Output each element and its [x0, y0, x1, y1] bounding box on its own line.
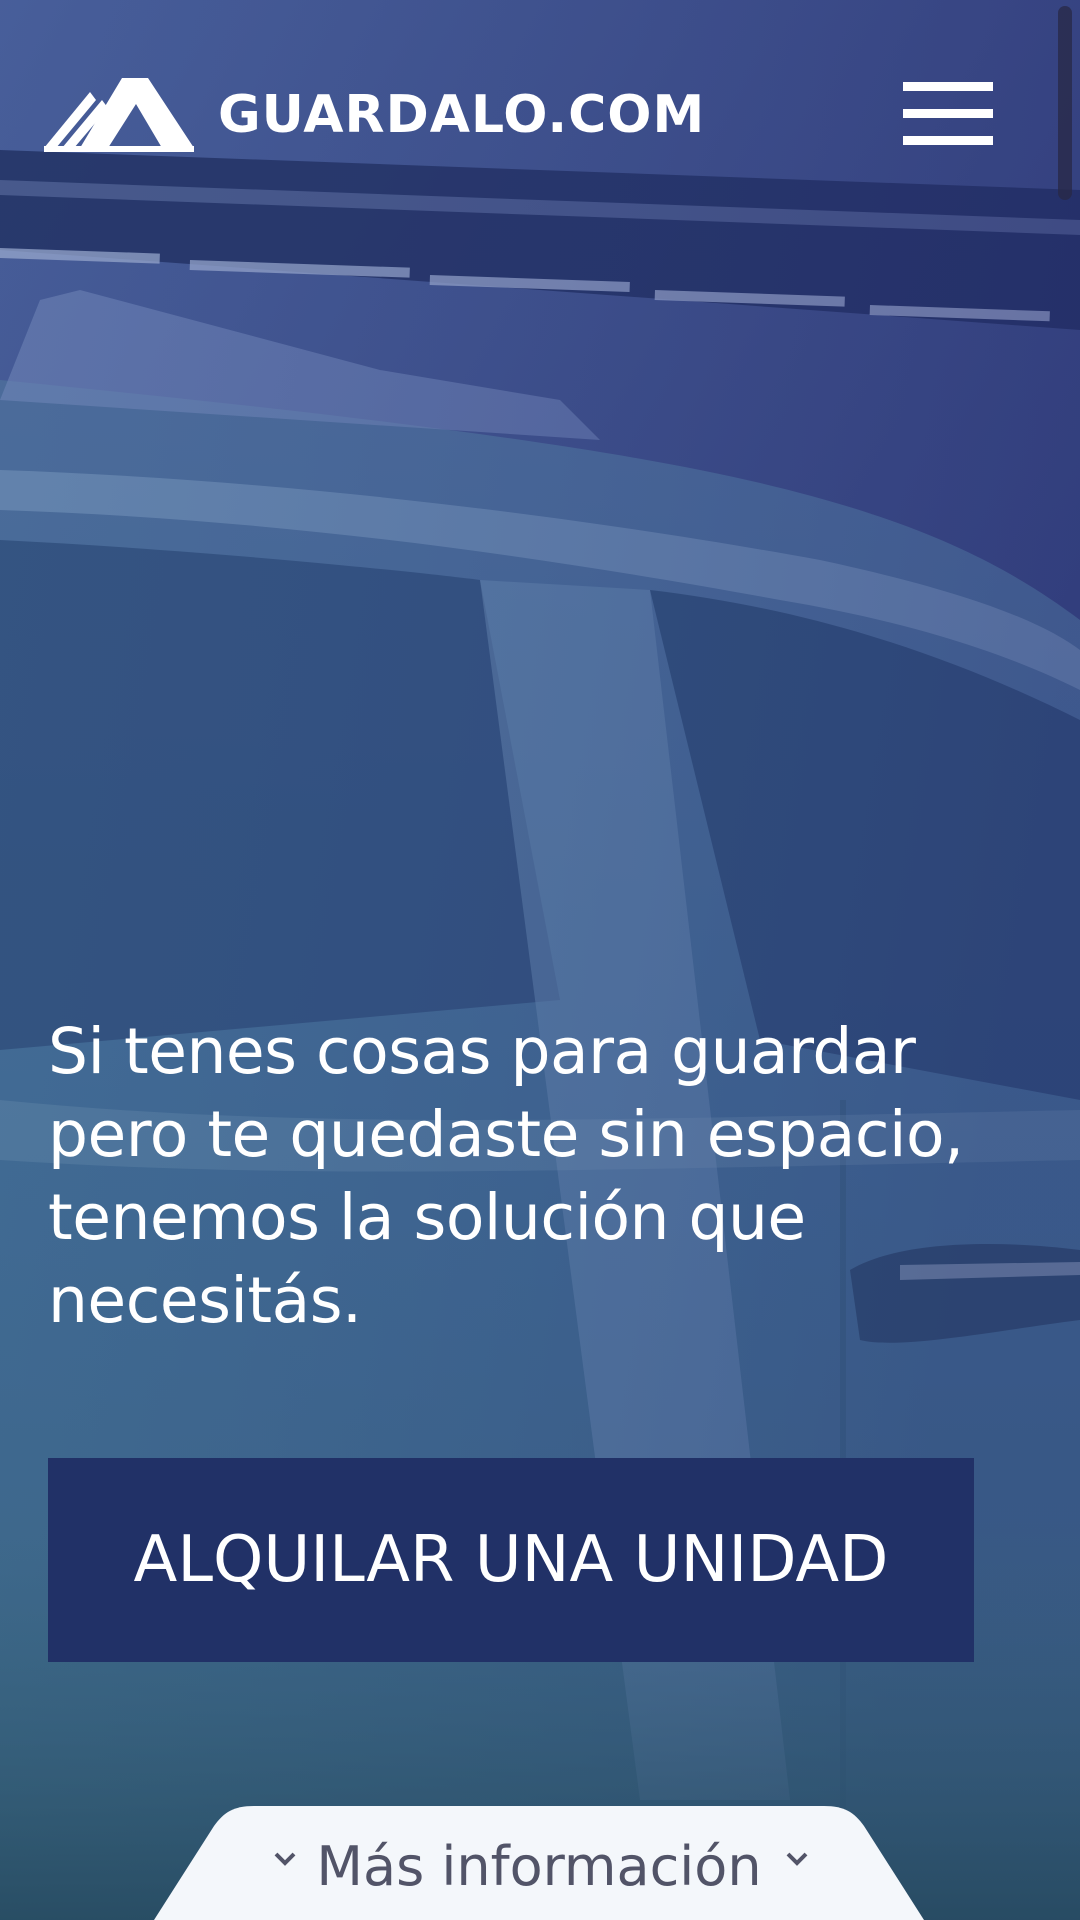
- hamburger-menu-icon[interactable]: [900, 80, 996, 146]
- chevron-down-icon: [786, 1852, 808, 1866]
- scrollbar-thumb[interactable]: [1058, 6, 1072, 200]
- mountain-logo-icon[interactable]: [44, 78, 194, 152]
- site-header: GUARDALO.COM: [0, 0, 1080, 230]
- rent-unit-button[interactable]: ALQUILAR UNA UNIDAD: [48, 1458, 974, 1662]
- more-info-tab[interactable]: Más información: [154, 1806, 924, 1920]
- hero-headline: Si tenes cosas para guardar pero te qued…: [48, 1015, 964, 1337]
- brand-name[interactable]: GUARDALO.COM: [218, 80, 705, 150]
